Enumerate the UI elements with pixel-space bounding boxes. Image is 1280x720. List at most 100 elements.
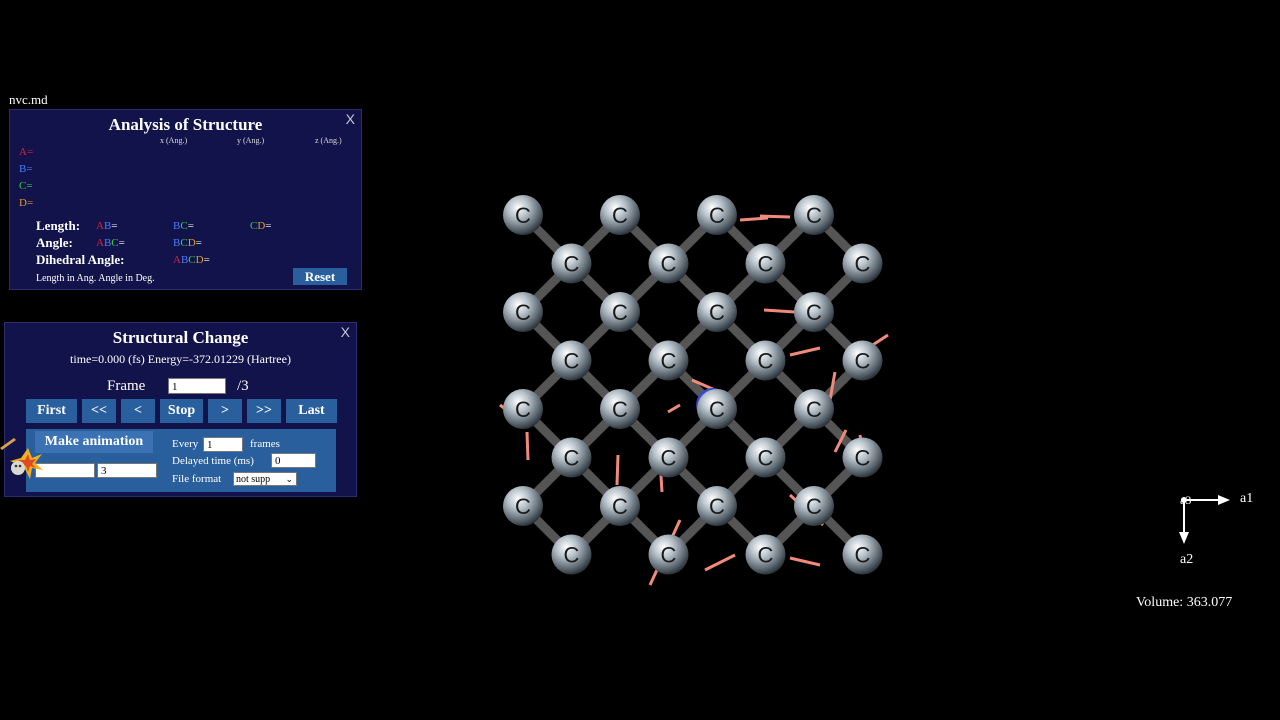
carbon-atom: C [794, 292, 834, 332]
force-arrow [615, 454, 620, 486]
carbon-atom: C [842, 340, 883, 381]
axis-a2-label: a2 [1180, 552, 1194, 567]
prev-button[interactable]: < [121, 399, 155, 423]
atom-label: C [855, 543, 871, 568]
force-arrow [525, 431, 530, 461]
analysis-close-button[interactable]: X [346, 111, 355, 127]
atom-label: C [661, 543, 677, 568]
range-start-input[interactable] [35, 463, 95, 478]
carbon-atom: C [697, 195, 737, 235]
atom-label: C [758, 349, 774, 374]
fast-forward-button[interactable]: >> [247, 399, 281, 423]
atom-label: C [564, 349, 580, 374]
atom-label: C [612, 494, 628, 519]
carbon-atom: C [503, 486, 543, 526]
frame-total: /3 [237, 378, 249, 394]
atom-label: C [612, 300, 628, 325]
z-axis-header: z (Ang.) [315, 136, 342, 145]
dihedral-abcd: ABCD= [173, 254, 210, 266]
atom-label: C [758, 446, 774, 471]
stop-button[interactable]: Stop [160, 399, 203, 423]
atom-label: C [564, 446, 580, 471]
atom-label: C [661, 446, 677, 471]
carbon-atom: C [551, 340, 592, 381]
atom-label: C [806, 203, 822, 228]
mascot-icon [10, 448, 43, 479]
carbon-atom: C [648, 340, 689, 381]
atom-label: C [612, 397, 628, 422]
atom-label: C [564, 252, 580, 277]
force-arrow [759, 214, 791, 219]
carbon-atom: C [794, 389, 834, 429]
every-input[interactable]: 1 [203, 437, 243, 452]
carbon-atom: C [600, 195, 640, 235]
reset-button[interactable]: Reset [293, 268, 347, 285]
atom-label: C [855, 446, 871, 471]
atom-label: C [515, 300, 531, 325]
frames-label: frames [250, 438, 280, 450]
point-d-label: D= [19, 197, 34, 209]
carbon-atom: C [600, 292, 640, 332]
frame-input[interactable]: 1 [168, 378, 226, 394]
force-arrow [704, 553, 736, 572]
chevron-down-icon: ⌄ [285, 475, 293, 485]
carbon-atom: C [551, 534, 592, 575]
atom-label: C [806, 494, 822, 519]
carbon-atom: C [503, 389, 543, 429]
molecule-viewer[interactable]: C C C C C C C C C C C C C C C C C C C C C C C C C C C C C C C C [490, 180, 900, 590]
analysis-title: Analysis of Structure [108, 115, 263, 134]
force-arrow [789, 346, 821, 357]
rewind-button[interactable]: << [82, 399, 116, 423]
volume-readout: Volume: 363.077 [1136, 595, 1233, 610]
dihedral-label: Dihedral Angle: [36, 252, 125, 267]
atom-label: C [806, 397, 822, 422]
frame-label: Frame [107, 378, 146, 394]
y-axis-header: y (Ang.) [237, 136, 265, 145]
carbon-atom: C [842, 534, 883, 575]
carbon-atom: C [794, 486, 834, 526]
atom-label: C [612, 203, 628, 228]
carbon-atom: C [842, 437, 883, 478]
file-format-select[interactable]: not supp ⌄ [233, 472, 297, 486]
length-label: Length: [36, 218, 81, 233]
structural-close-button[interactable]: X [341, 324, 350, 340]
last-button[interactable]: Last [286, 399, 337, 423]
point-b-label: B= [19, 163, 33, 175]
file-format-value: not supp [236, 474, 271, 485]
next-button[interactable]: > [208, 399, 242, 423]
carbon-atom: C [600, 389, 640, 429]
delay-input[interactable]: 0 [271, 453, 316, 468]
carbon-atom: C [697, 292, 737, 332]
status-text: time=0.000 (fs) Energy=-372.01229 (Hartr… [70, 352, 291, 366]
carbon-atom: C [842, 243, 883, 284]
atom-label: C [515, 397, 531, 422]
atom-label: C [661, 349, 677, 374]
atom-label: C [758, 543, 774, 568]
axis-a3-label: a3 [1180, 493, 1192, 507]
length-cd: CD= [250, 220, 272, 232]
atom-label: C [564, 543, 580, 568]
axis-a1-label: a1 [1240, 491, 1254, 506]
angle-label: Angle: [36, 235, 73, 250]
atom-label: C [758, 252, 774, 277]
atom-label: C [855, 349, 871, 374]
units-note: Length in Ang. Angle in Deg. [36, 273, 155, 284]
angle-bcd: BCD= [173, 237, 202, 249]
carbon-atom: C [745, 340, 786, 381]
atom-label: C [515, 494, 531, 519]
every-label: Every [172, 438, 199, 450]
range-end-input[interactable]: 3 [97, 463, 157, 478]
carbon-atom: C [745, 243, 786, 284]
pencil-icon [0, 438, 16, 450]
carbon-atom: C [551, 243, 592, 284]
first-button[interactable]: First [26, 399, 77, 423]
atom-label: C [709, 203, 725, 228]
carbon-atom: C [648, 534, 689, 575]
force-arrow [739, 216, 769, 222]
delay-label: Delayed time (ms) [172, 455, 254, 467]
atom-label: C [709, 300, 725, 325]
force-arrow [667, 403, 681, 414]
carbon-atom: C [697, 486, 737, 526]
make-animation-button[interactable]: Make animation [35, 431, 153, 453]
angle-abc: ABC= [96, 237, 125, 249]
